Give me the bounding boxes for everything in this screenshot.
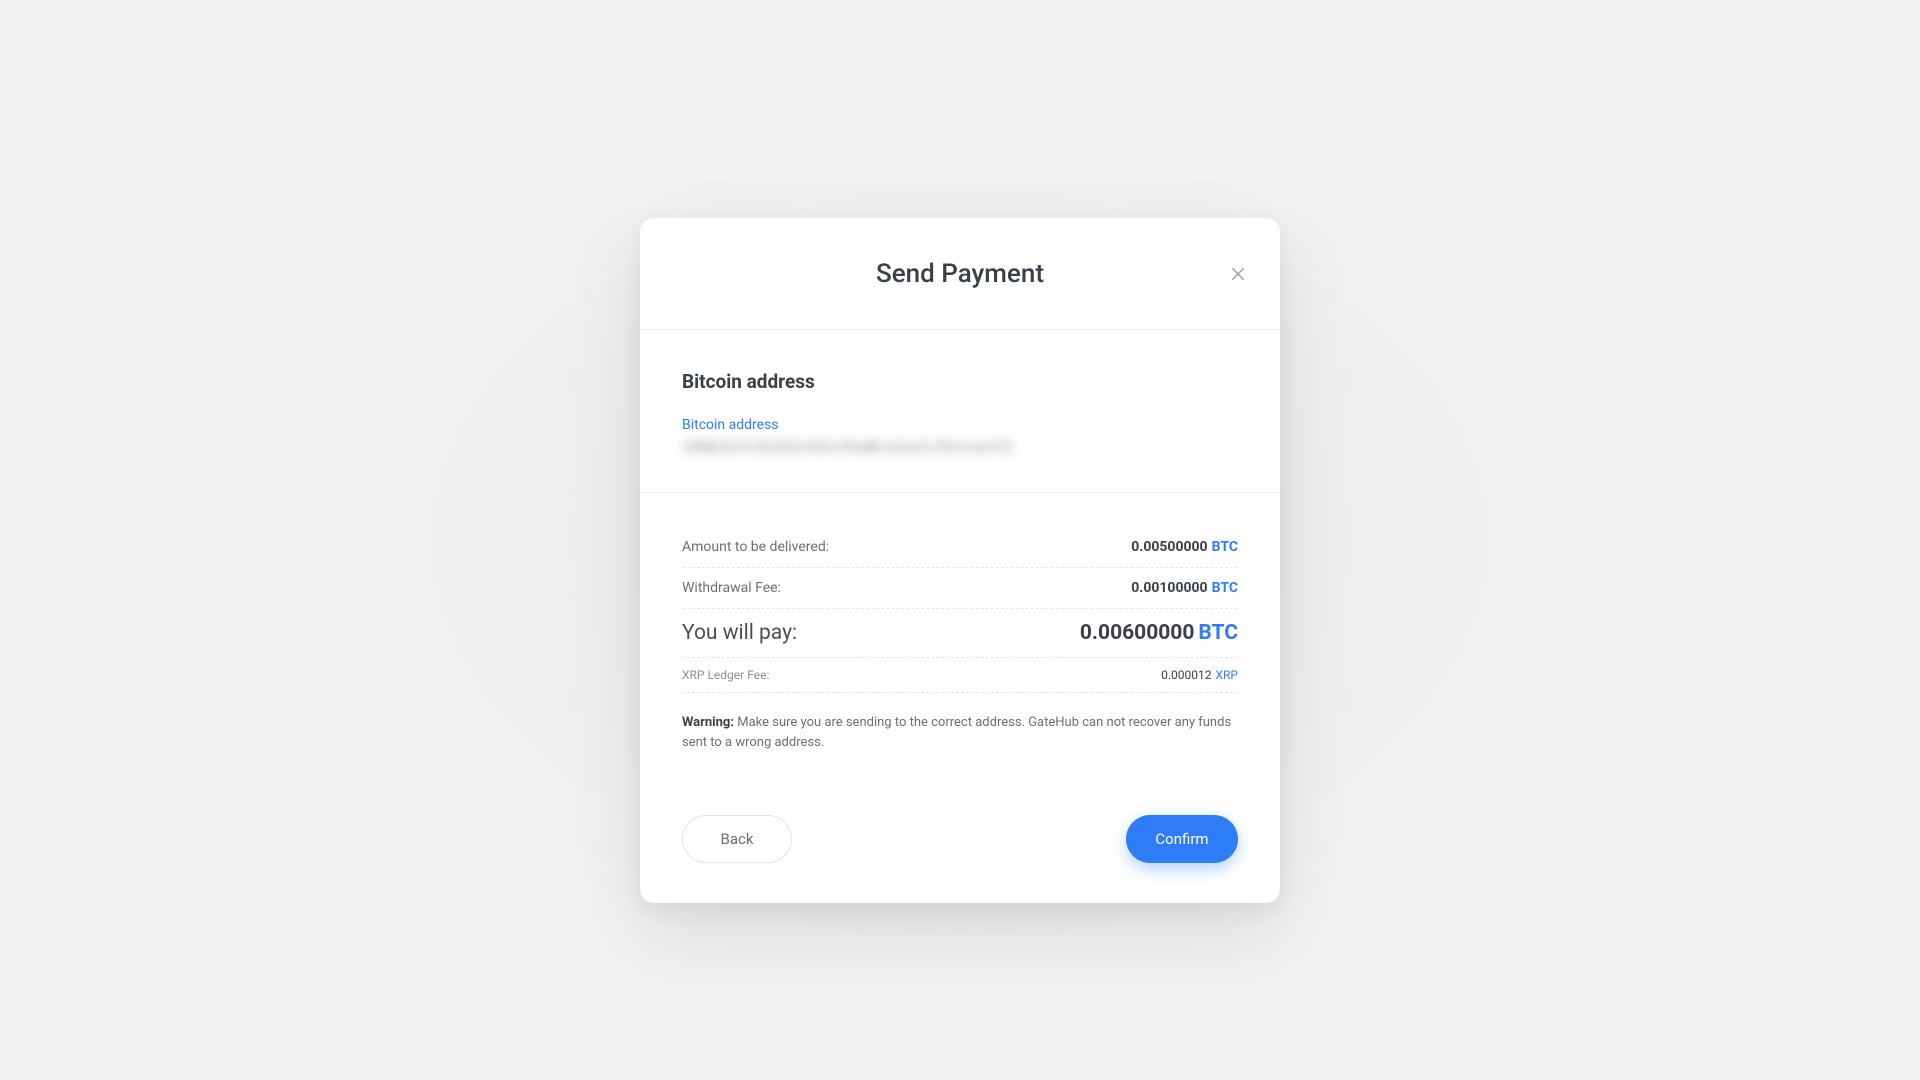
row-ledger-value: 0.000012 XRP <box>1161 668 1238 682</box>
row-withdrawal-fee: Withdrawal Fee: 0.00100000 BTC <box>682 568 1238 609</box>
row-total-value: 0.00600000BTC <box>1080 621 1238 645</box>
row-amount-currency: BTC <box>1212 539 1238 555</box>
back-button[interactable]: Back <box>682 815 792 863</box>
row-amount-label: Amount to be delivered: <box>682 539 829 555</box>
modal-title: Send Payment <box>876 259 1044 289</box>
row-total: You will pay: 0.00600000BTC <box>682 609 1238 658</box>
row-ledger-label: XRP Ledger Fee: <box>682 668 769 682</box>
row-amount-value: 0.00500000 BTC <box>1131 539 1238 555</box>
address-field-label: Bitcoin address <box>682 417 1238 433</box>
send-payment-modal: Send Payment Bitcoin address Bitcoin add… <box>640 218 1280 903</box>
row-fee-number: 0.00100000 <box>1131 580 1207 596</box>
close-icon <box>1229 265 1247 283</box>
row-fee-value: 0.00100000 BTC <box>1131 580 1238 596</box>
confirm-button[interactable]: Confirm <box>1126 815 1238 863</box>
row-ledger-currency: XRP <box>1216 668 1239 682</box>
modal-header: Send Payment <box>640 218 1280 330</box>
close-button[interactable] <box>1224 260 1252 288</box>
summary-section: Amount to be delivered: 0.00500000 BTC Wi… <box>640 493 1280 787</box>
warning-prefix: Warning: <box>682 715 734 730</box>
back-button-label: Back <box>721 830 754 848</box>
confirm-button-label: Confirm <box>1155 830 1208 848</box>
address-value-obscured: 2NBj4zOr3hA0mH0uVbaBLkAwOJftmvanVZ <box>682 437 1238 456</box>
row-fee-label: Withdrawal Fee: <box>682 580 781 596</box>
row-amount: Amount to be delivered: 0.00500000 BTC <box>682 527 1238 568</box>
row-amount-number: 0.00500000 <box>1131 539 1207 555</box>
warning-body: Make sure you are sending to the correct… <box>682 715 1231 750</box>
modal-footer: Back Confirm <box>640 815 1280 903</box>
row-ledger-fee: XRP Ledger Fee: 0.000012 XRP <box>682 658 1238 693</box>
address-heading: Bitcoin address <box>682 370 1238 393</box>
row-total-label: You will pay: <box>682 621 797 645</box>
row-total-currency: BTC <box>1198 621 1238 645</box>
row-fee-currency: BTC <box>1212 580 1238 596</box>
row-ledger-number: 0.000012 <box>1161 668 1211 682</box>
warning-text: Warning: Make sure you are sending to th… <box>682 713 1238 753</box>
address-section: Bitcoin address Bitcoin address 2NBj4zOr… <box>640 330 1280 493</box>
row-total-number: 0.00600000 <box>1080 621 1195 645</box>
